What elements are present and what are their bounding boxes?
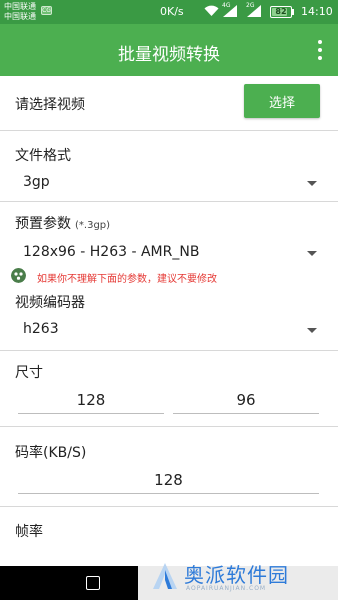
battery-icon: 82	[270, 6, 292, 18]
network-speed: 0K/s	[160, 5, 184, 18]
framerate-label: 帧率	[15, 524, 43, 540]
dropdown-arrow-icon	[307, 328, 317, 333]
format-spinner[interactable]: 3gp	[15, 170, 323, 196]
preset-label: 预置参数 (*.3gp)	[15, 213, 110, 233]
warning-text: 如果你不理解下面的参数，建议不要修改	[37, 274, 217, 285]
preset-label-text: 预置参数	[15, 216, 71, 232]
watermark-text: 奥派软件园	[184, 563, 289, 587]
battery-tip	[292, 9, 294, 15]
divider	[0, 130, 338, 131]
wifi-icon	[204, 5, 219, 17]
divider	[0, 350, 338, 351]
dropdown-arrow-icon	[307, 181, 317, 186]
format-label: 文件格式	[15, 148, 71, 164]
encoder-value: h263	[23, 321, 59, 337]
select-video-label: 请选择视频	[15, 97, 85, 113]
preset-spinner[interactable]: 128x96 - H263 - AMR_NB	[15, 240, 323, 266]
watermark: 奥派软件园 AOPAIRUANJIAN.COM	[138, 552, 338, 600]
bitrate-input[interactable]: 128	[18, 468, 319, 494]
sim-badge: CG	[41, 6, 52, 15]
status-bar: 中国联通 中国联通 CG 0K/s 4G 2G 82 14:10	[0, 0, 338, 24]
battery-percent: 82	[275, 7, 287, 16]
height-value: 96	[236, 391, 256, 409]
bitrate-value: 128	[154, 471, 183, 489]
divider	[0, 426, 338, 427]
carrier-label-1: 中国联通	[4, 2, 36, 11]
format-value: 3gp	[23, 174, 50, 190]
app-bar: 批量视频转换	[0, 24, 338, 76]
encoder-spinner[interactable]: h263	[15, 317, 323, 343]
preset-value: 128x96 - H263 - AMR_NB	[23, 244, 200, 260]
width-value: 128	[76, 391, 106, 409]
watermark-subtext: AOPAIRUANJIAN.COM	[186, 585, 267, 592]
divider	[0, 506, 338, 507]
select-button[interactable]: 选择	[244, 84, 320, 118]
signal-icon	[223, 5, 237, 17]
carrier-label-2: 中国联通	[4, 12, 36, 21]
info-icon	[11, 268, 26, 283]
logo-icon	[153, 563, 177, 589]
bitrate-label: 码率(KB/S)	[15, 445, 87, 461]
divider	[0, 201, 338, 202]
signal-icon	[247, 5, 261, 17]
preset-hint: (*.3gp)	[75, 220, 111, 231]
dropdown-arrow-icon	[307, 251, 317, 256]
encoder-label: 视频编码器	[15, 295, 85, 311]
clock: 14:10	[301, 5, 333, 18]
page-title: 批量视频转换	[118, 45, 220, 65]
size-label: 尺寸	[15, 365, 43, 381]
height-input[interactable]: 96	[173, 388, 319, 414]
overflow-menu-icon[interactable]	[318, 40, 322, 60]
width-input[interactable]: 128	[18, 388, 164, 414]
recent-apps-icon[interactable]	[86, 576, 100, 590]
